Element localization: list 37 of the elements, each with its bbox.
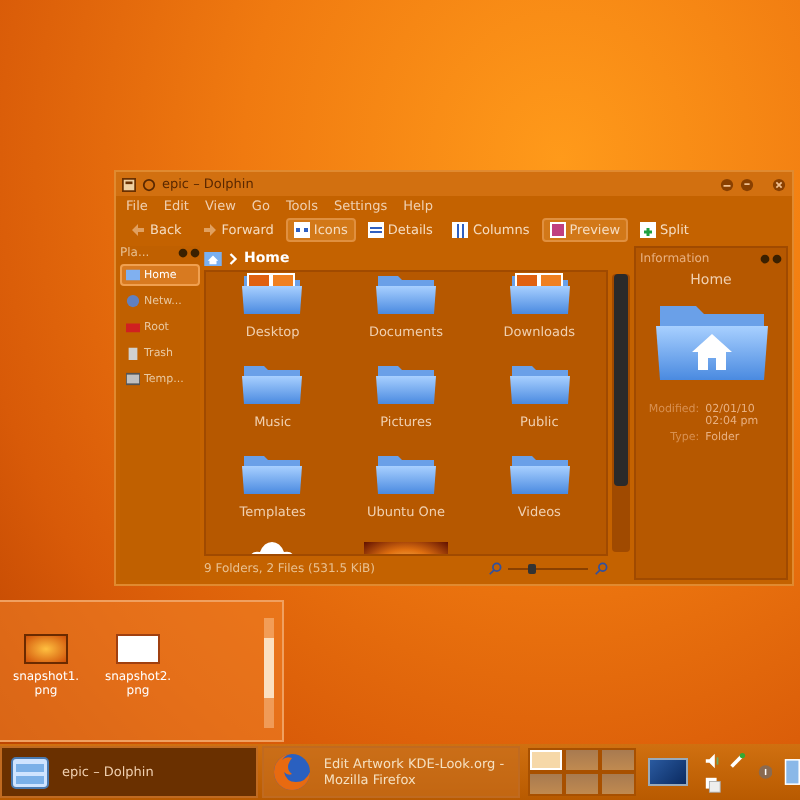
show-desktop-icon[interactable] — [647, 758, 688, 786]
trash-icon — [126, 346, 140, 360]
zoom-slider[interactable] — [508, 563, 588, 573]
details-view-icon — [367, 221, 384, 237]
panel-float-icon[interactable] — [760, 254, 770, 264]
preview-icon — [549, 221, 566, 237]
pin-icon[interactable] — [142, 177, 156, 191]
forward-arrow-icon — [201, 221, 218, 237]
scrollbar[interactable] — [264, 618, 274, 728]
scrollbar[interactable] — [612, 274, 630, 552]
home-folder-icon — [126, 268, 140, 282]
drive-icon — [126, 320, 140, 334]
panel-float-icon[interactable] — [178, 248, 188, 258]
panel-close-icon[interactable] — [772, 254, 782, 264]
close-icon[interactable] — [772, 177, 786, 191]
maximize-icon[interactable] — [740, 177, 754, 191]
split-view-icon — [640, 221, 657, 237]
speaker-icon[interactable] — [703, 751, 722, 769]
browser-icon — [271, 752, 312, 792]
virtual-desktop[interactable] — [529, 750, 562, 770]
panel-close-icon[interactable] — [190, 248, 200, 258]
image-thumbnail[interactable] — [24, 634, 68, 664]
application-icon[interactable] — [784, 756, 800, 788]
clipboard-icon[interactable] — [703, 775, 722, 793]
image-thumbnail[interactable] — [116, 634, 160, 664]
window-menu-icon[interactable] — [122, 177, 136, 191]
icons-view-icon — [293, 221, 310, 237]
back-arrow-icon — [130, 221, 146, 237]
minimize-icon[interactable] — [720, 177, 734, 191]
zoom-in-icon[interactable] — [594, 561, 608, 575]
file-manager-icon — [10, 752, 50, 792]
home-folder-icon — [655, 302, 767, 382]
zoom-out-icon[interactable] — [488, 561, 502, 575]
chevron-icon — [228, 251, 238, 265]
info-icon[interactable] — [757, 764, 773, 780]
home-folder-icon — [204, 251, 222, 265]
columns-view-icon — [452, 221, 469, 237]
